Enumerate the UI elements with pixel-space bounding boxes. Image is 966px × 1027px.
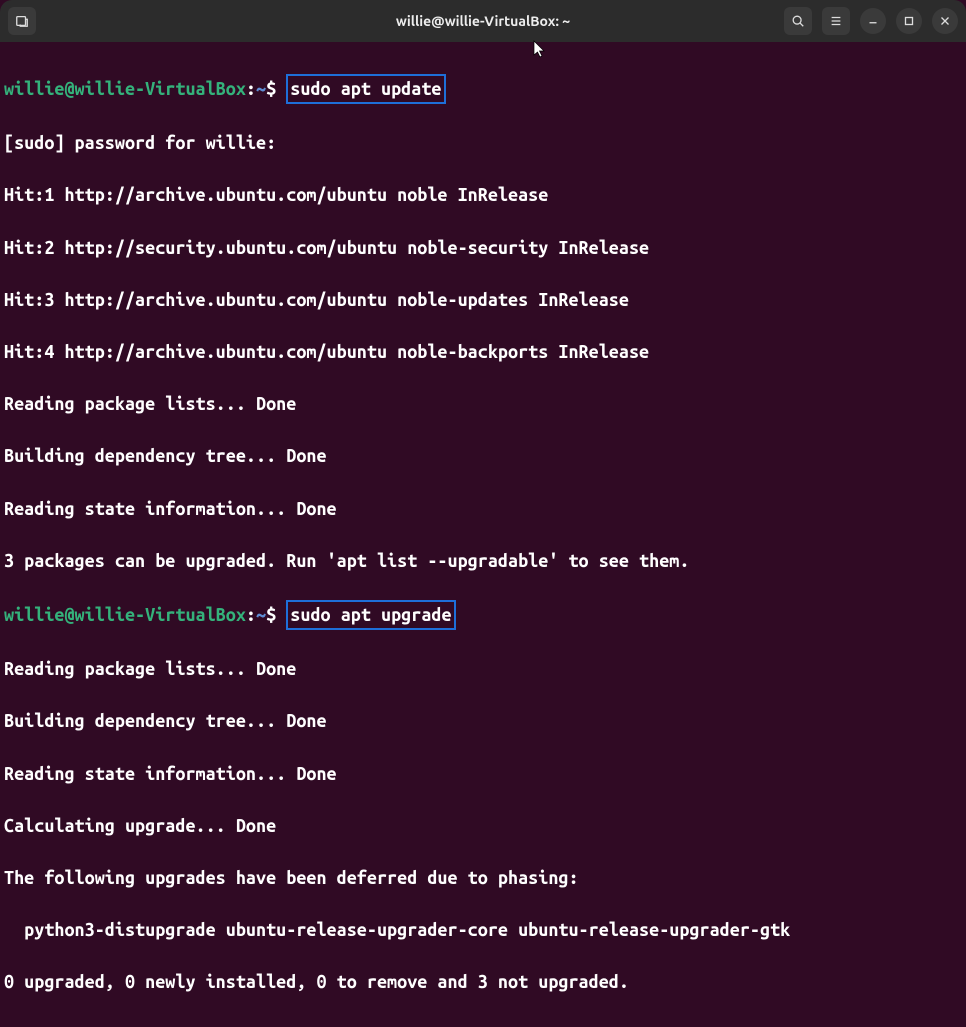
prompt-line-1: willie@willie-VirtualBox:~$ sudo apt upd… [4, 74, 962, 104]
command-1-highlight: sudo apt update [286, 74, 445, 104]
window-title: willie@willie-VirtualBox: ~ [396, 11, 570, 31]
output-line: Hit:2 http://security.ubuntu.com/ubuntu … [4, 235, 962, 261]
output-line: Building dependency tree... Done [4, 708, 962, 734]
output-line: Reading package lists... Done [4, 391, 962, 417]
maximize-button[interactable] [896, 8, 922, 34]
minimize-button[interactable] [860, 8, 886, 34]
minimize-icon [866, 14, 880, 28]
output-line: Reading package lists... Done [4, 656, 962, 682]
output-line: [sudo] password for willie: [4, 130, 962, 156]
close-icon [938, 14, 952, 28]
prompt-userhost: willie@willie-VirtualBox [4, 79, 246, 99]
command-2-highlight: sudo apt upgrade [286, 600, 455, 630]
new-tab-button[interactable] [8, 7, 36, 35]
output-line: Reading state information... Done [4, 496, 962, 522]
menu-button[interactable] [822, 7, 850, 35]
output-line: Hit:1 http://archive.ubuntu.com/ubuntu n… [4, 182, 962, 208]
output-line: Calculating upgrade... Done [4, 813, 962, 839]
terminal-output[interactable]: willie@willie-VirtualBox:~$ sudo apt upd… [0, 42, 966, 1027]
prompt-userhost: willie@willie-VirtualBox [4, 605, 246, 625]
hamburger-icon [829, 14, 843, 28]
prompt-line-2: willie@willie-VirtualBox:~$ sudo apt upg… [4, 600, 962, 630]
search-icon [791, 14, 805, 28]
output-line: Hit:3 http://archive.ubuntu.com/ubuntu n… [4, 287, 962, 313]
prompt-path: ~ [256, 605, 266, 625]
output-line: Building dependency tree... Done [4, 443, 962, 469]
output-line: 3 packages can be upgraded. Run 'apt lis… [4, 548, 962, 574]
output-line: Hit:4 http://archive.ubuntu.com/ubuntu n… [4, 339, 962, 365]
output-line: Reading state information... Done [4, 761, 962, 787]
command-1: sudo apt update [290, 79, 441, 99]
maximize-icon [902, 14, 916, 28]
prompt-path: ~ [256, 79, 266, 99]
search-button[interactable] [784, 7, 812, 35]
command-2: sudo apt upgrade [290, 605, 451, 625]
close-button[interactable] [932, 8, 958, 34]
output-line: 0 upgraded, 0 newly installed, 0 to remo… [4, 969, 962, 995]
output-line: The following upgrades have been deferre… [4, 865, 962, 891]
output-line: python3-distupgrade ubuntu-release-upgra… [4, 917, 962, 943]
titlebar: willie@willie-VirtualBox: ~ [0, 0, 966, 42]
